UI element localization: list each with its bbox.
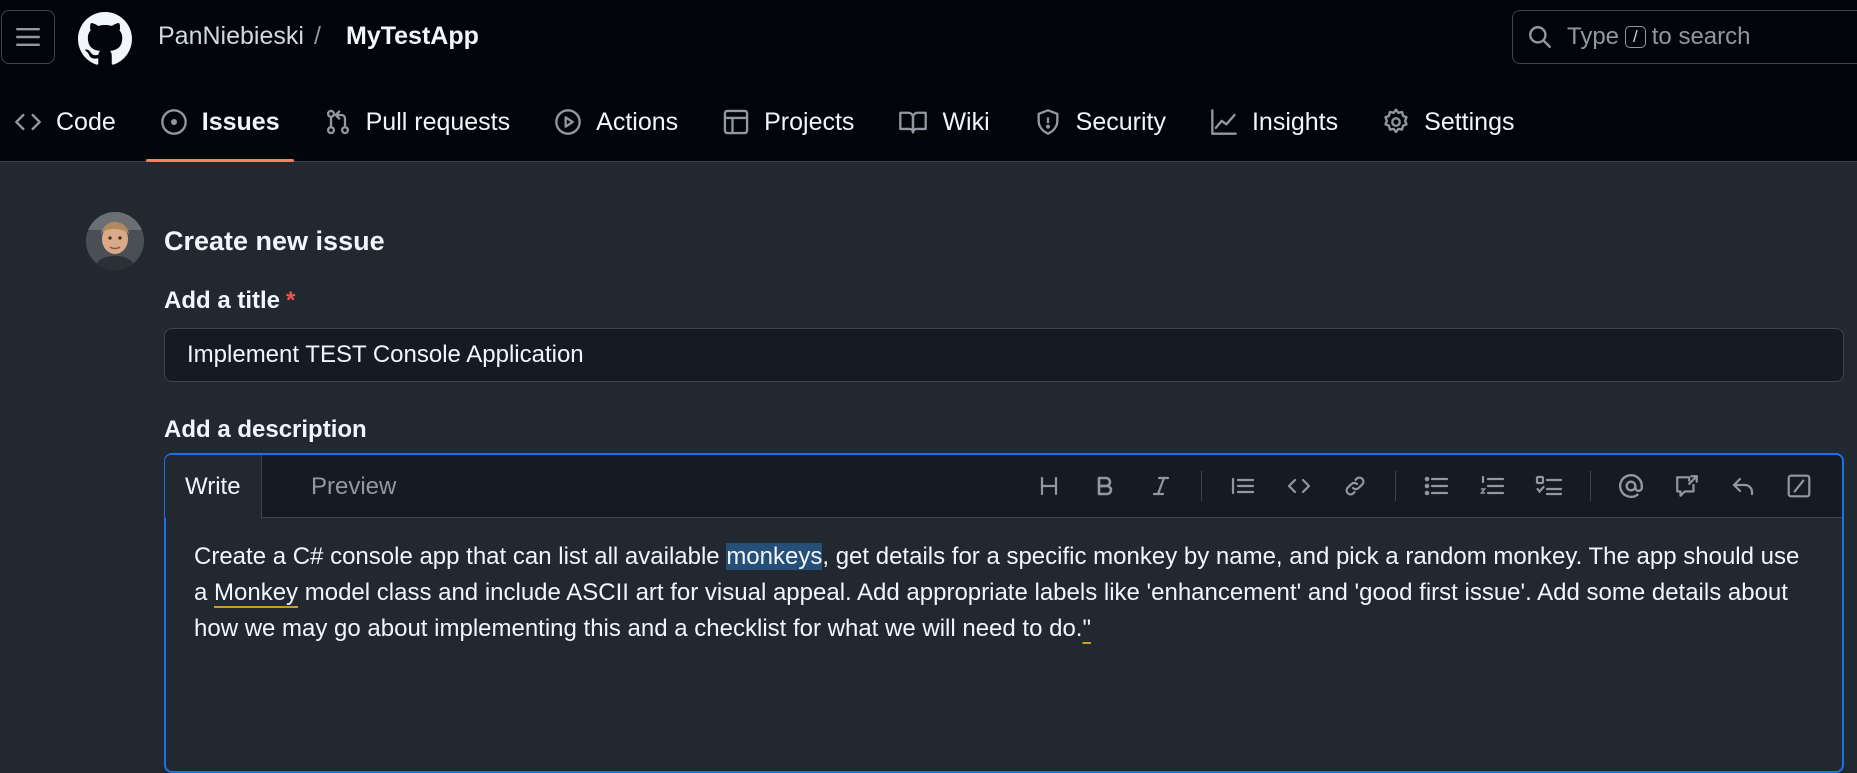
ordered-list-icon (1480, 475, 1505, 495)
shield-icon (1037, 109, 1059, 135)
search-shortcut-key: / (1625, 26, 1646, 48)
tab-pull-requests[interactable]: Pull requests (310, 96, 525, 148)
task-list-icon (1535, 475, 1563, 496)
description-text: Create a C# console app that can list al… (194, 543, 727, 570)
tab-preview[interactable]: Preview (291, 455, 416, 518)
tab-label: Issues (201, 107, 280, 136)
slash-command-icon (1787, 474, 1811, 498)
tab-projects[interactable]: Projects (708, 96, 868, 148)
editor-toolbar: Write Preview (165, 455, 1842, 518)
tab-wiki[interactable]: Wiki (884, 96, 1003, 148)
tab-label: Pull requests (365, 107, 511, 136)
page-title: Create new issue (164, 226, 385, 256)
saved-replies-button[interactable] (1726, 469, 1760, 503)
cross-reference-button[interactable] (1670, 469, 1704, 503)
search-suffix: to search (1651, 23, 1751, 50)
italic-icon (1152, 476, 1170, 496)
italic-button[interactable] (1144, 469, 1178, 503)
repo-owner-link[interactable]: PanNiebieski (158, 22, 304, 51)
app-header: PanNiebieski / MyTestApp Type / to searc… (0, 0, 1857, 162)
description-textarea[interactable]: Create a C# console app that can list al… (194, 539, 1819, 647)
tab-label: Security (1075, 107, 1166, 136)
gear-icon (1384, 108, 1408, 134)
unordered-list-icon (1424, 476, 1449, 496)
tab-label: Wiki (942, 107, 990, 136)
link-icon (1345, 476, 1365, 496)
description-editor: Write Preview Create a C# console app th… (164, 453, 1844, 773)
breadcrumb-separator: / (314, 22, 321, 50)
issue-opened-icon (160, 109, 187, 135)
avatar (86, 212, 144, 270)
saved-replies-icon (1732, 477, 1754, 496)
search-icon (1527, 24, 1553, 50)
ordered-list-button[interactable] (1476, 469, 1510, 503)
required-mark: * (286, 287, 296, 314)
task-list-button[interactable] (1532, 469, 1566, 503)
tab-label: Code (56, 107, 116, 136)
title-label-text: Add a title (164, 287, 281, 314)
mention-icon (1618, 474, 1644, 498)
code-icon (15, 113, 41, 131)
heading-button[interactable] (1032, 469, 1066, 503)
quote-button[interactable] (1226, 469, 1260, 503)
repo-name-link[interactable]: MyTestApp (346, 22, 479, 51)
quote-icon (1231, 477, 1255, 495)
tab-code[interactable]: Code (0, 96, 130, 148)
unordered-list-button[interactable] (1420, 469, 1454, 503)
slash-command-button[interactable] (1782, 469, 1816, 503)
cross-reference-icon (1676, 475, 1698, 497)
link-button[interactable] (1338, 469, 1372, 503)
description-text: model class and include ASCII art for vi… (194, 579, 1788, 642)
pull-request-icon (326, 109, 349, 135)
menu-button[interactable] (1, 10, 55, 64)
tab-write[interactable]: Write (165, 455, 262, 518)
tab-insights[interactable]: Insights (1196, 96, 1352, 148)
search-input[interactable]: Type / to search (1512, 10, 1857, 64)
github-logo[interactable] (78, 12, 132, 66)
selected-text: monkeys (726, 543, 823, 570)
bold-icon (1097, 476, 1113, 496)
repo-nav: Code Issues Pull requests Actions Projec… (0, 96, 1544, 162)
table-icon (723, 109, 749, 135)
tab-issues[interactable]: Issues (145, 96, 294, 162)
graph-icon (1211, 109, 1237, 135)
search-prefix: Type (1567, 23, 1620, 50)
book-icon (899, 111, 928, 134)
description-label: Add a description (164, 416, 367, 443)
bold-button[interactable] (1088, 469, 1122, 503)
heading-icon (1040, 476, 1058, 496)
tab-actions[interactable]: Actions (540, 96, 692, 148)
tab-label: Settings (1424, 107, 1515, 136)
code-button[interactable] (1282, 469, 1316, 503)
code-icon (1287, 478, 1311, 494)
hamburger-icon (16, 28, 40, 46)
mention-button[interactable] (1614, 469, 1648, 503)
spellcheck-flag: Monkey (214, 579, 299, 606)
tab-label: Insights (1251, 107, 1339, 136)
tab-settings[interactable]: Settings (1368, 96, 1528, 148)
play-icon (555, 109, 581, 135)
tab-label: Projects (764, 107, 855, 136)
tab-security[interactable]: Security (1020, 96, 1180, 148)
issue-title-input[interactable] (164, 328, 1844, 382)
spellcheck-flag: " (1082, 615, 1091, 642)
title-label: Add a title * (164, 287, 295, 315)
tab-label: Actions (596, 107, 679, 136)
